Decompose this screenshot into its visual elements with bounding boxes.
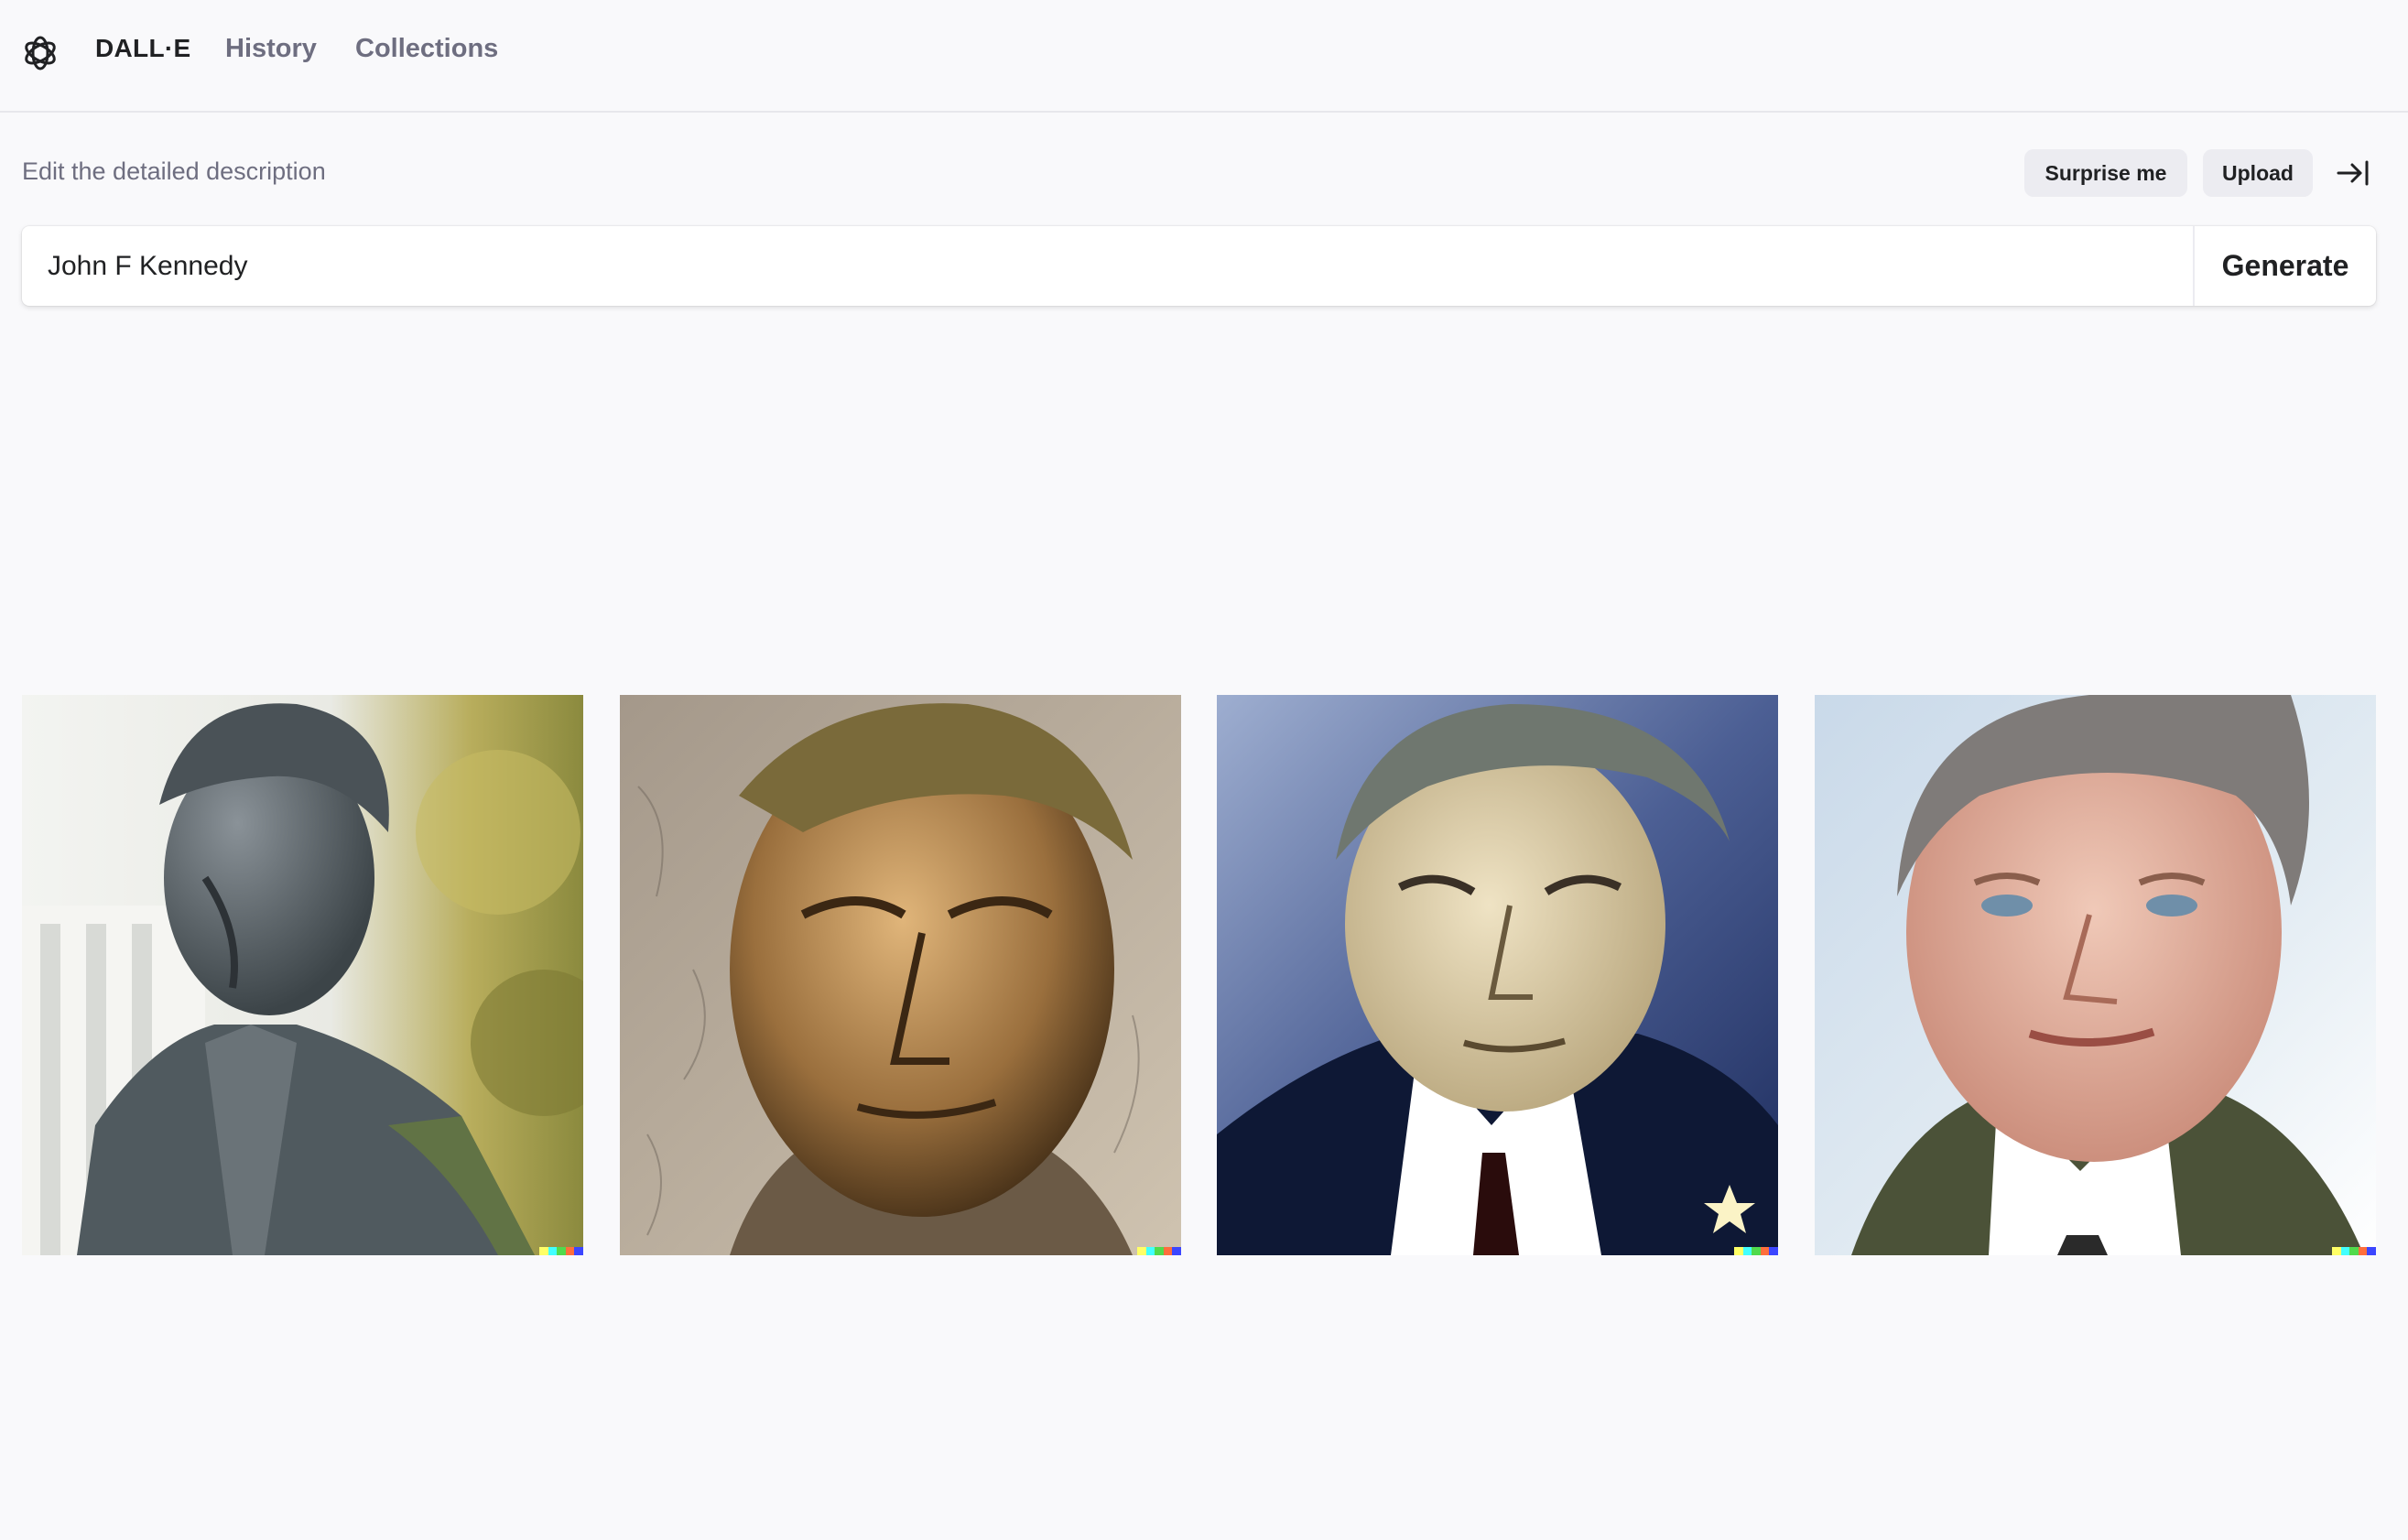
prompt-hint: Edit the detailed description [22, 157, 326, 185]
result-image-2[interactable] [620, 695, 1181, 1255]
prompt-bar: John F Kennedy Generate [22, 226, 2376, 306]
watermark-strip [539, 1247, 583, 1255]
watermark-strip [1734, 1247, 1778, 1255]
result-image-1[interactable] [22, 695, 583, 1255]
bronze-statue-image [22, 695, 583, 1255]
result-image-3[interactable] [1217, 695, 1778, 1255]
stone-bust-image [620, 695, 1181, 1255]
openai-logo-icon[interactable] [20, 33, 60, 73]
collapse-panel-icon[interactable] [2336, 157, 2370, 189]
brand-title[interactable]: DALL·E [95, 34, 190, 63]
watermark-strip [2332, 1247, 2376, 1255]
generate-button[interactable]: Generate [2195, 226, 2376, 306]
nav-history[interactable]: History [225, 34, 317, 64]
illustrated-portrait-image [1217, 695, 1778, 1255]
nav-collections[interactable]: Collections [355, 34, 498, 64]
upload-button[interactable]: Upload [2203, 149, 2313, 197]
painted-portrait-image [1815, 695, 2376, 1255]
surprise-me-button[interactable]: Surprise me [2024, 149, 2187, 197]
watermark-strip [1137, 1247, 1181, 1255]
top-navigation-bar: DALL·E History Collections [0, 0, 2408, 113]
prompt-input[interactable]: John F Kennedy [48, 226, 2153, 306]
result-image-4[interactable] [1815, 695, 2376, 1255]
